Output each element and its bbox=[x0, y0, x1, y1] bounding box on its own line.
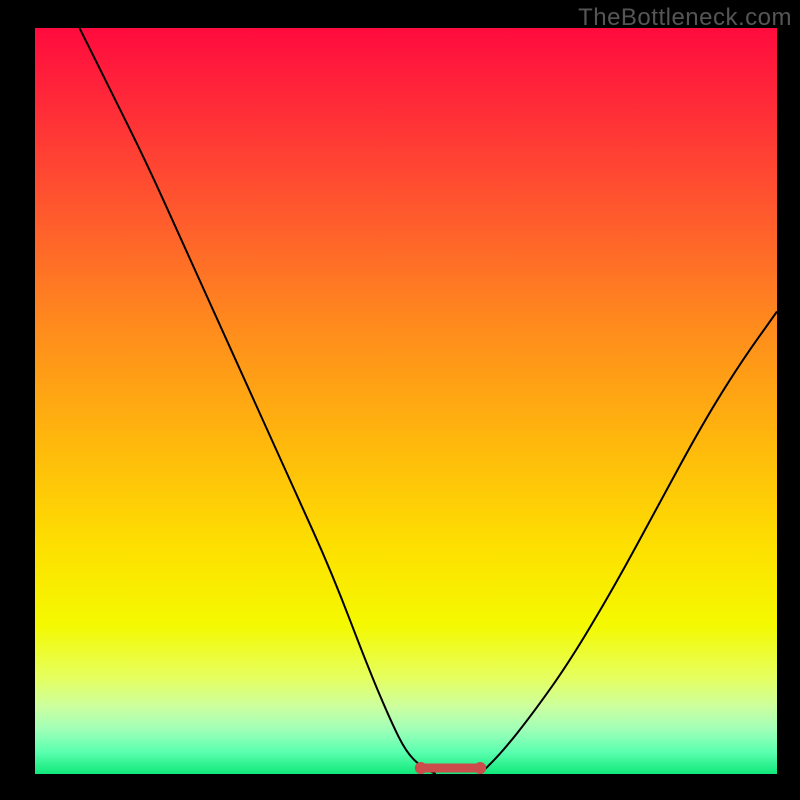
watermark-text: TheBottleneck.com bbox=[578, 4, 792, 32]
curve-layer bbox=[35, 28, 777, 774]
left-curve bbox=[80, 28, 436, 774]
right-curve bbox=[480, 311, 777, 774]
chart-stage: TheBottleneck.com bbox=[0, 0, 800, 800]
plot-area bbox=[35, 28, 777, 774]
